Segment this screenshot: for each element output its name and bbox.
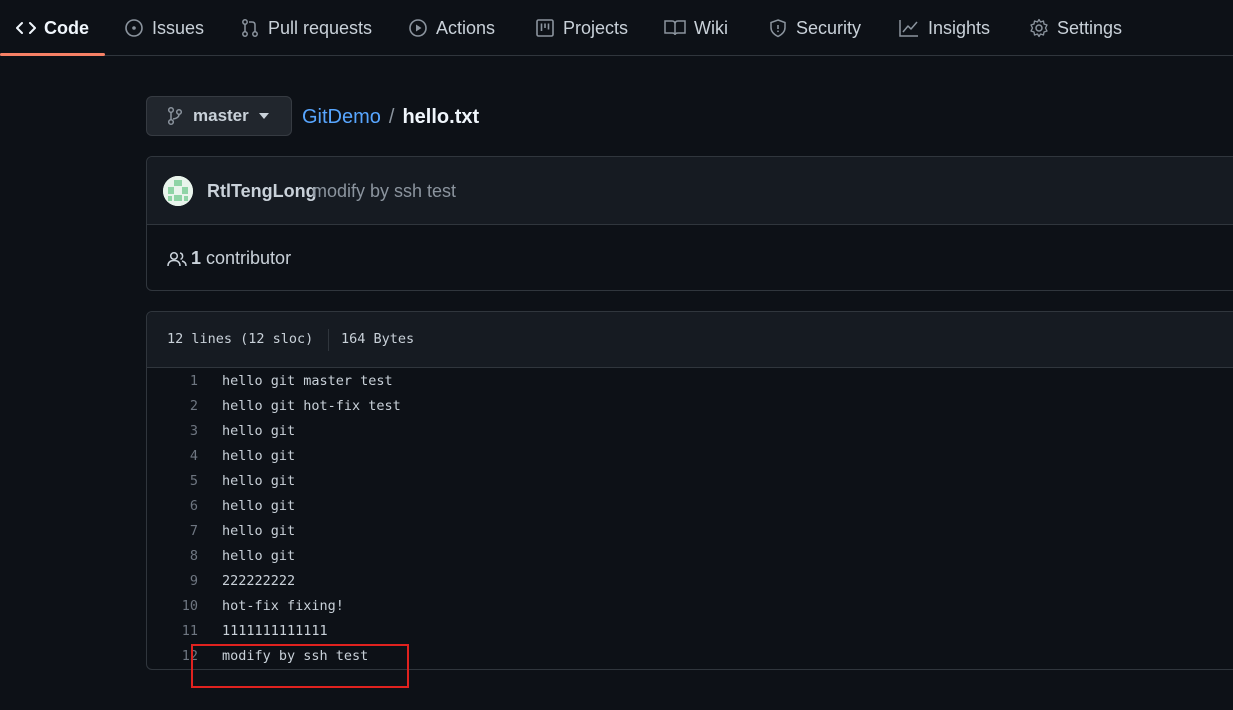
commit-author-link[interactable]: RtlTengLong <box>207 181 317 202</box>
code-line: 5 hello git <box>147 469 1233 494</box>
shield-icon <box>770 19 786 38</box>
contributors-label: contributor <box>206 248 292 268</box>
tab-projects[interactable]: Projects <box>535 0 628 56</box>
code-line: 2 hello git hot-fix test <box>147 394 1233 419</box>
file-view: 12 lines (12 sloc) 164 Bytes 1 hello git… <box>146 311 1233 670</box>
tab-settings-label: Settings <box>1057 17 1123 38</box>
tab-actions[interactable]: Actions <box>408 0 495 56</box>
file-info-divider <box>328 329 329 351</box>
file-header: 12 lines (12 sloc) 164 Bytes <box>147 312 1233 368</box>
line-number[interactable]: 2 <box>147 398 198 414</box>
selected-tab-underline <box>0 53 105 56</box>
issue-icon <box>125 19 143 37</box>
tab-code[interactable]: Code <box>16 0 89 56</box>
people-icon <box>167 251 187 266</box>
tab-insights-label: Insights <box>928 17 991 38</box>
tab-actions-label: Actions <box>436 17 496 38</box>
tab-pull-requests[interactable]: Pull requests <box>240 0 372 56</box>
identicon-icon <box>163 176 193 206</box>
tab-code-label: Code <box>44 17 89 38</box>
project-icon <box>536 19 554 37</box>
line-text: hello git <box>222 423 296 439</box>
line-text: hello git <box>222 523 296 539</box>
file-size: 164 Bytes <box>341 331 415 347</box>
code-line: 10 hot-fix fixing! <box>147 594 1233 619</box>
code-line: 7 hello git <box>147 519 1233 544</box>
repo-nav: Code Issues Pull requests Actions Projec… <box>0 0 1233 56</box>
line-text: hello git <box>222 498 296 514</box>
contributors-link[interactable]: 1 contributor <box>167 248 291 269</box>
line-number[interactable]: 4 <box>147 448 198 464</box>
tab-security[interactable]: Security <box>768 0 861 56</box>
file-line-count: 12 lines (12 sloc) <box>167 331 314 347</box>
line-number[interactable]: 3 <box>147 423 198 439</box>
play-icon <box>409 19 427 37</box>
line-number[interactable]: 1 <box>147 373 198 389</box>
tab-issues[interactable]: Issues <box>124 0 204 56</box>
tab-wiki-label: Wiki <box>694 17 728 38</box>
code-icon <box>16 22 36 34</box>
breadcrumb: GitDemo / hello.txt <box>302 104 479 130</box>
line-number[interactable]: 9 <box>147 573 198 589</box>
branch-name: master <box>193 106 249 125</box>
annotation-highlight-box <box>191 644 409 688</box>
line-text: hello git hot-fix test <box>222 398 401 414</box>
tab-projects-label: Projects <box>563 17 629 38</box>
line-number[interactable]: 7 <box>147 523 198 539</box>
line-text: hello git <box>222 448 296 464</box>
tab-pull-requests-label: Pull requests <box>268 17 373 38</box>
graph-icon <box>899 20 918 37</box>
line-text: 222222222 <box>222 573 296 589</box>
code-line: 4 hello git <box>147 444 1233 469</box>
book-icon <box>664 20 686 36</box>
line-number[interactable]: 6 <box>147 498 198 514</box>
line-number[interactable]: 10 <box>147 598 198 614</box>
pull-request-icon <box>242 19 258 37</box>
line-text: hello git <box>222 473 296 489</box>
line-number[interactable]: 11 <box>147 623 198 639</box>
breadcrumb-file-name: hello.txt <box>402 105 480 128</box>
tab-security-label: Security <box>796 17 862 38</box>
contributors-count: 1 <box>191 248 202 268</box>
code-line: 1 hello git master test <box>147 369 1233 394</box>
tab-settings[interactable]: Settings <box>1029 0 1122 56</box>
line-text: hot-fix fixing! <box>222 598 344 614</box>
tab-insights[interactable]: Insights <box>898 0 990 56</box>
line-text: hello git <box>222 548 296 564</box>
line-text: hello git master test <box>222 373 393 389</box>
git-branch-icon <box>167 106 183 126</box>
branch-select-button[interactable]: master <box>146 96 292 136</box>
code-line: 9 222222222 <box>147 569 1233 594</box>
line-text: 1111111111111 <box>222 623 328 639</box>
code-line: 6 hello git <box>147 494 1233 519</box>
caret-down-icon <box>258 113 269 119</box>
tab-issues-label: Issues <box>152 17 205 38</box>
commit-header: RtlTengLong modify by ssh test <box>147 157 1233 225</box>
code-line: 3 hello git <box>147 419 1233 444</box>
tab-wiki[interactable]: Wiki <box>664 0 728 56</box>
code-line: 8 hello git <box>147 544 1233 569</box>
code-line: 11 1111111111111 <box>147 619 1233 644</box>
commit-message-link[interactable]: modify by ssh test <box>312 181 456 202</box>
breadcrumb-separator: / <box>388 105 395 128</box>
avatar[interactable] <box>163 176 193 206</box>
gear-icon <box>1030 18 1048 38</box>
latest-commit-box: RtlTengLong modify by ssh test 1 contrib… <box>146 156 1233 291</box>
breadcrumb-repo-link[interactable]: GitDemo <box>302 106 381 129</box>
line-number[interactable]: 8 <box>147 548 198 564</box>
line-number[interactable]: 5 <box>147 473 198 489</box>
